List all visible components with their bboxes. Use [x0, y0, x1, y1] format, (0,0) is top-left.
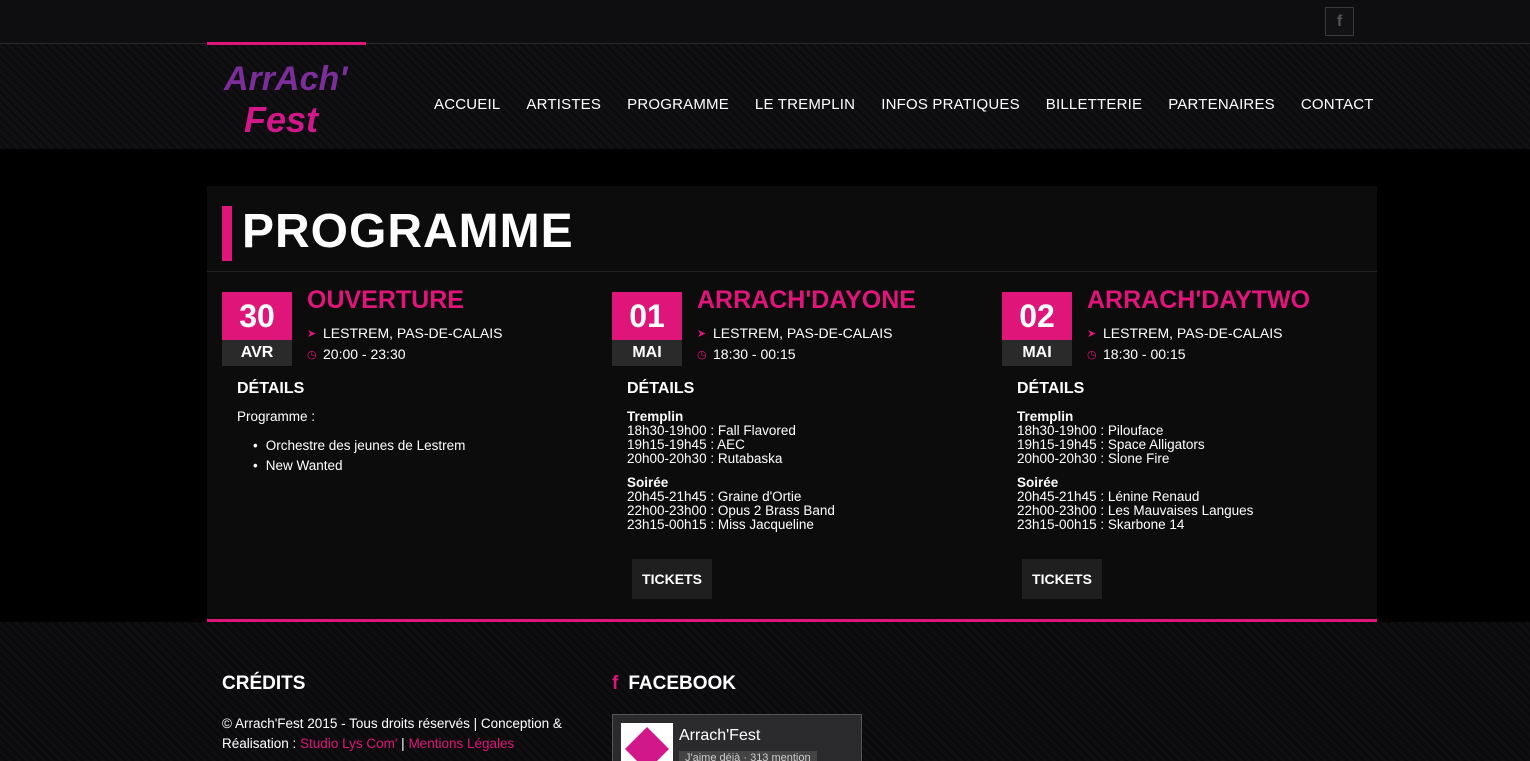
list-item: Orchestre des jeunes de Lestrem — [253, 436, 577, 456]
nav-accueil[interactable]: ACCUEIL — [434, 96, 500, 113]
details-body: Programme : Orchestre des jeunes de Lest… — [237, 410, 577, 476]
clock-icon: ◷ — [307, 348, 317, 361]
list-item: New Wanted — [253, 456, 577, 476]
facebook-widget[interactable]: Arrach'Fest J'aime déjà · 313 mention — [612, 714, 862, 761]
site-header: ArrAch' Fest ACCUEIL ARTISTES PROGRAMME … — [0, 42, 1530, 149]
title-accent-bar — [222, 206, 232, 261]
details-heading: DÉTAILS — [627, 380, 695, 397]
top-bar: f — [0, 0, 1530, 44]
credits-heading: CRÉDITS — [222, 673, 306, 694]
lineup-line: 19h15-19h45 : AEC — [627, 437, 745, 452]
date-day: 01 — [612, 292, 682, 340]
arrachfest-logo[interactable]: ArrAch' Fest — [222, 56, 362, 140]
location-text: LESTREM, PAS-DE-CALAIS — [1103, 325, 1283, 341]
studio-link[interactable]: Studio Lys Com' — [300, 736, 397, 751]
nav-contact[interactable]: CONTACT — [1301, 96, 1374, 113]
location-arrow-icon: ➤ — [307, 327, 317, 340]
tickets-button[interactable]: TICKETS — [632, 559, 712, 599]
nav-programme[interactable]: PROGRAMME — [627, 96, 729, 113]
tickets-button[interactable]: TICKETS — [1022, 559, 1102, 599]
page-title: PROGRAMME — [242, 205, 574, 258]
details-body: Tremplin 18h30-19h00 : Pilouface 19h15-1… — [1017, 410, 1357, 532]
lineup-line: 19h15-19h45 : Space Alligators — [1017, 437, 1205, 452]
date-box: 02 MAI — [1002, 292, 1072, 366]
event-time: ◷ 18:30 - 00:15 — [697, 346, 796, 362]
time-text: 18:30 - 00:15 — [1103, 346, 1186, 362]
fb-like-button[interactable]: J'aime déjà · 313 mention — [679, 751, 817, 761]
lineup-line: 18h30-19h00 : Pilouface — [1017, 423, 1164, 438]
event-location: ➤ LESTREM, PAS-DE-CALAIS — [307, 325, 502, 341]
event-time: ◷ 18:30 - 00:15 — [1087, 346, 1186, 362]
location-arrow-icon: ➤ — [697, 327, 707, 340]
time-text: 18:30 - 00:15 — [713, 346, 796, 362]
facebook-icon: f — [612, 673, 619, 694]
date-month: AVR — [222, 340, 292, 366]
separator: | — [397, 736, 409, 751]
divider — [207, 271, 1377, 272]
nav-artistes[interactable]: ARTISTES — [526, 96, 601, 113]
lineup-line: 22h00-23h00 : Opus 2 Brass Band — [627, 503, 835, 518]
date-day: 30 — [222, 292, 292, 340]
nav-partenaires[interactable]: PARTENAIRES — [1168, 96, 1275, 113]
date-month: MAI — [1002, 340, 1072, 366]
event-title[interactable]: OUVERTURE — [307, 286, 464, 315]
clock-icon: ◷ — [697, 348, 707, 361]
date-month: MAI — [612, 340, 682, 366]
logo-line-1: ArrAch' — [223, 60, 349, 98]
section-tremplin: Tremplin — [627, 409, 684, 424]
facebook-icon[interactable]: f — [1325, 7, 1354, 36]
logo-line-2: Fest — [244, 99, 320, 140]
section-soiree: Soirée — [627, 475, 669, 490]
lineup-line: 20h45-21h45 : Graine d'Ortie — [627, 489, 802, 504]
nav-le-tremplin[interactable]: LE TREMPLIN — [755, 96, 855, 113]
section-soiree: Soirée — [1017, 475, 1059, 490]
lineup-line: 22h00-23h00 : Les Mauvaises Langues — [1017, 503, 1254, 518]
lineup-line: 18h30-19h00 : Fall Flavored — [627, 423, 796, 438]
nav-infos-pratiques[interactable]: INFOS PRATIQUES — [881, 96, 1020, 113]
main-nav: ACCUEIL ARTISTES PROGRAMME LE TREMPLIN I… — [434, 96, 1400, 113]
facebook-heading-text: FACEBOOK — [628, 673, 737, 694]
details-heading: DÉTAILS — [1017, 380, 1085, 397]
location-arrow-icon: ➤ — [1087, 327, 1097, 340]
lineup-line: 20h00-20h30 : Rutabaska — [627, 451, 783, 466]
nav-billetterie[interactable]: BILLETTERIE — [1046, 96, 1142, 113]
event-location: ➤ LESTREM, PAS-DE-CALAIS — [1087, 325, 1282, 341]
location-text: LESTREM, PAS-DE-CALAIS — [323, 325, 503, 341]
date-box: 01 MAI — [612, 292, 682, 366]
program-list: Orchestre des jeunes de Lestrem New Want… — [253, 436, 577, 476]
legal-link[interactable]: Mentions Légales — [408, 736, 514, 751]
lineup-line: 23h15-00h15 : Miss Jacqueline — [627, 517, 814, 532]
date-box: 30 AVR — [222, 292, 292, 366]
programme-panel: PROGRAMME 30 AVR OUVERTURE ➤ LESTREM, PA… — [207, 186, 1377, 619]
time-text: 20:00 - 23:30 — [323, 346, 406, 362]
facebook-heading: f FACEBOOK — [612, 673, 736, 695]
fb-page-avatar — [621, 723, 673, 761]
event-title[interactable]: ARRACH'DAYTWO — [1087, 286, 1310, 315]
lineup-line: 23h15-00h15 : Skarbone 14 — [1017, 517, 1185, 532]
event-time: ◷ 20:00 - 23:30 — [307, 346, 406, 362]
details-heading: DÉTAILS — [237, 380, 305, 397]
section-tremplin: Tremplin — [1017, 409, 1074, 424]
event-title[interactable]: ARRACH'DAYONE — [697, 286, 916, 315]
event-location: ➤ LESTREM, PAS-DE-CALAIS — [697, 325, 892, 341]
lineup-line: 20h45-21h45 : Lénine Renaud — [1017, 489, 1200, 504]
location-text: LESTREM, PAS-DE-CALAIS — [713, 325, 893, 341]
clock-icon: ◷ — [1087, 348, 1097, 361]
date-day: 02 — [1002, 292, 1072, 340]
logo-accent-bar — [207, 42, 366, 45]
details-body: Tremplin 18h30-19h00 : Fall Flavored 19h… — [627, 410, 967, 532]
lineup-line: 20h00-20h30 : Slone Fire — [1017, 451, 1170, 466]
fb-page-name[interactable]: Arrach'Fest — [679, 727, 760, 745]
credits-text: © Arrach'Fest 2015 - Tous droits réservé… — [222, 714, 592, 754]
program-label: Programme : — [237, 409, 316, 424]
